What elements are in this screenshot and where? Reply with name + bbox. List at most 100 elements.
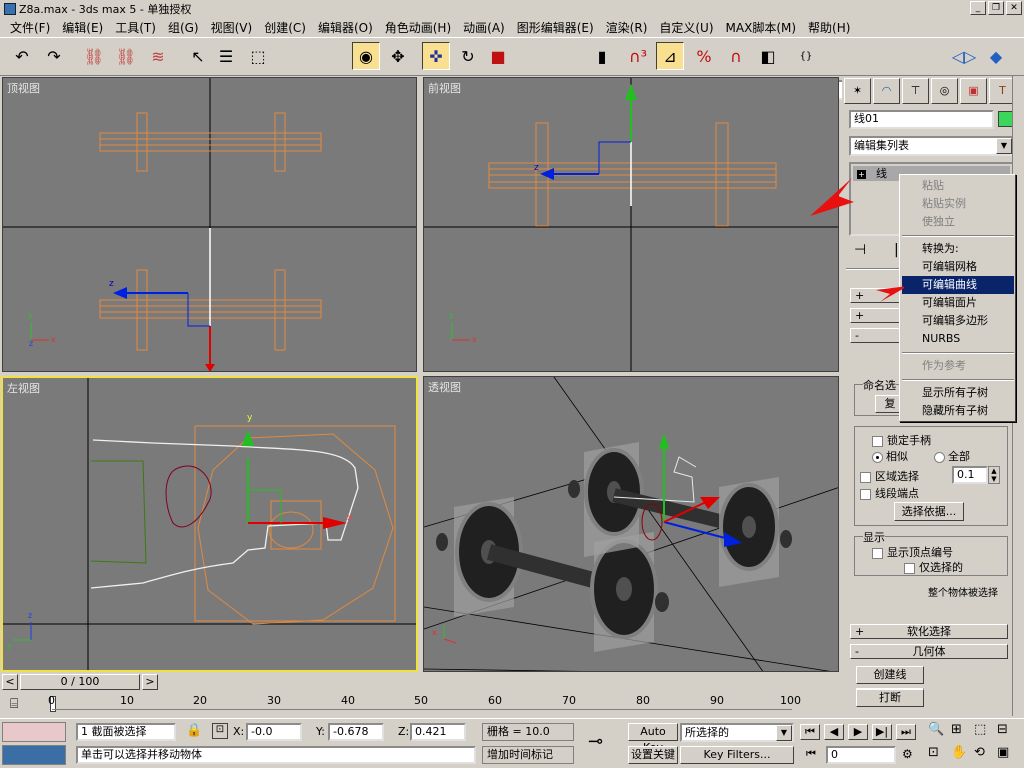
arc-rotate-icon[interactable]: ⟲	[974, 745, 996, 767]
play-icon[interactable]: ▶	[848, 724, 868, 740]
rotate-icon[interactable]: ↻	[454, 42, 482, 70]
viewport-top[interactable]: z y x z 顶视图	[2, 77, 417, 372]
all-radio[interactable]: 全部	[934, 448, 970, 464]
key-selection-dropdown[interactable]: 所选择的 ▼	[680, 723, 794, 742]
selected-only-box[interactable]	[904, 562, 915, 574]
edit-named-sel-icon[interactable]: {}	[792, 42, 820, 70]
mini-curve-icon[interactable]: ⌸	[10, 696, 18, 712]
break-button[interactable]: 打断	[856, 689, 924, 707]
menu-tools[interactable]: 工具(T)	[109, 19, 162, 36]
pan-icon[interactable]: ✋	[951, 745, 973, 767]
ctx-editable-mesh[interactable]: 可编辑网格	[902, 258, 1014, 276]
ctx-editable-spline[interactable]: 可编辑曲线	[902, 276, 1014, 294]
next-key-icon[interactable]: ▶|	[872, 724, 892, 740]
ctx-hide-all-subtree[interactable]: 隐藏所有子树	[902, 402, 1014, 420]
lock-icon[interactable]: 🔒	[186, 723, 202, 738]
selected-only-checkbox[interactable]: 仅选择的	[904, 559, 963, 575]
segment-end-box[interactable]	[860, 488, 871, 500]
pivot-center-icon[interactable]: ▮	[588, 42, 616, 70]
ctx-show-all-subtree[interactable]: 显示所有子树	[902, 384, 1014, 402]
lock-handles-box[interactable]	[872, 435, 883, 447]
hierarchy-tab-icon[interactable]: ⊤	[902, 78, 929, 104]
viewport-perspective[interactable]: x 透视图	[423, 376, 839, 672]
region-select-icon[interactable]: ⬚	[244, 42, 272, 70]
similar-radio[interactable]: 相似	[872, 448, 908, 464]
go-to-start-icon[interactable]: ⏮	[800, 724, 820, 740]
area-select-value[interactable]: 0.1	[952, 466, 988, 484]
move-icon[interactable]: ✜	[422, 42, 450, 70]
rollout-geometry[interactable]: - 几何体	[850, 644, 1008, 659]
menu-group[interactable]: 组(G)	[162, 19, 205, 36]
angle-snap-icon[interactable]: ⊿	[656, 42, 684, 70]
zoom-all-icon[interactable]: ⊞	[951, 722, 973, 744]
z-coord-field[interactable]: 0.421	[410, 723, 466, 741]
zoom-extents-all-icon[interactable]: ⊟	[997, 722, 1019, 744]
all-radio-dot[interactable]	[934, 451, 945, 463]
menu-file[interactable]: 文件(F)	[4, 19, 56, 36]
current-frame-field[interactable]: 0	[826, 746, 896, 764]
set-key-button[interactable]: 设置关键帧	[628, 746, 678, 764]
align-icon[interactable]: ◆	[982, 42, 1010, 70]
menu-animation[interactable]: 动画(A)	[457, 19, 511, 36]
close-button[interactable]: ✕	[1006, 1, 1022, 15]
next-frame-button[interactable]: >	[142, 674, 158, 690]
go-to-end-icon[interactable]: ⏭	[896, 724, 916, 740]
x-coord-field[interactable]: -0.0	[246, 723, 302, 741]
rollout-soft-selection[interactable]: + 软化选择	[850, 624, 1008, 639]
time-config-icon[interactable]: ⚙	[902, 747, 913, 761]
menu-help[interactable]: 帮助(H)	[802, 19, 856, 36]
menu-character[interactable]: 角色动画(H)	[379, 19, 457, 36]
scale-icon[interactable]: ■	[484, 42, 512, 70]
area-spinner[interactable]: ▲ ▼	[988, 466, 1000, 484]
object-name-field[interactable]: 线01	[849, 110, 994, 129]
maxscript-listener-pink[interactable]	[2, 722, 66, 742]
link-icon[interactable]: ⛓	[80, 42, 108, 70]
select-manipulate-icon[interactable]: ✥	[384, 42, 412, 70]
menu-customize[interactable]: 自定义(U)	[653, 19, 719, 36]
zoom-icon[interactable]: 🔍	[928, 722, 950, 744]
create-tab-icon[interactable]: ✶	[844, 78, 871, 104]
menu-create[interactable]: 创建(C)	[258, 19, 312, 36]
redo-icon[interactable]: ↷	[40, 42, 68, 70]
y-coord-field[interactable]: -0.678	[328, 723, 384, 741]
menu-maxscript[interactable]: MAX脚本(M)	[720, 19, 803, 36]
maxscript-listener-blue[interactable]	[2, 745, 66, 765]
track-bar[interactable]: ⌸ 0 10 20 30 40 50 60 70 80 90 100	[0, 692, 842, 718]
absolute-mode-icon[interactable]: ⊡	[212, 723, 228, 739]
frame-display[interactable]: 0 / 100	[20, 674, 140, 690]
zoom-extents-icon[interactable]: ⬚	[974, 722, 996, 744]
menu-graph-editors[interactable]: 图形编辑器(E)	[511, 19, 600, 36]
area-select-box[interactable]	[860, 471, 871, 483]
auto-key-button[interactable]: Auto Key	[628, 723, 678, 754]
percent-snap-icon[interactable]: %	[690, 42, 718, 70]
modifier-list-dropdown[interactable]: 编辑集列表 ▼	[849, 136, 1014, 156]
display-tab-icon[interactable]: ▣	[960, 78, 987, 104]
area-select-checkbox[interactable]: 区域选择	[860, 468, 919, 484]
menu-modifiers[interactable]: 编辑器(O)	[312, 19, 379, 36]
snap-3d-icon[interactable]: ∩³	[624, 42, 652, 70]
restore-button[interactable]: ❐	[988, 1, 1004, 15]
show-vertex-numbers-checkbox[interactable]: 显示顶点编号	[872, 544, 953, 560]
show-vertex-box[interactable]	[872, 547, 883, 559]
region-zoom-icon[interactable]: ⊡	[928, 745, 950, 767]
prev-key-icon[interactable]: ◀	[824, 724, 844, 740]
segment-end-checkbox[interactable]: 线段端点	[860, 485, 919, 501]
ctx-editable-patch[interactable]: 可编辑面片	[902, 294, 1014, 312]
named-selection-icon[interactable]: ◧	[754, 42, 782, 70]
select-by-button[interactable]: 选择依据...	[894, 502, 964, 521]
motion-tab-icon[interactable]: ◎	[931, 78, 958, 104]
lock-handles-checkbox[interactable]: 锁定手柄	[872, 432, 931, 448]
viewport-front[interactable]: z z x 前视图	[423, 77, 839, 372]
key-filters-button[interactable]: Key Filters...	[680, 746, 794, 764]
modify-tab-icon[interactable]: ◠	[873, 78, 900, 104]
create-line-button[interactable]: 创建线	[856, 666, 924, 684]
maximize-viewport-icon[interactable]: ▣	[997, 745, 1019, 767]
window-crossing-icon[interactable]: ◉	[352, 42, 380, 70]
spinner-snap-icon[interactable]: ∩	[722, 42, 750, 70]
undo-icon[interactable]: ↶	[8, 42, 36, 70]
ctx-nurbs[interactable]: NURBS	[902, 330, 1014, 348]
unlink-icon[interactable]: ⛓	[112, 42, 140, 70]
menu-edit[interactable]: 编辑(E)	[56, 19, 109, 36]
menu-views[interactable]: 视图(V)	[205, 19, 259, 36]
add-time-tag[interactable]: 增加时间标记	[482, 746, 574, 764]
